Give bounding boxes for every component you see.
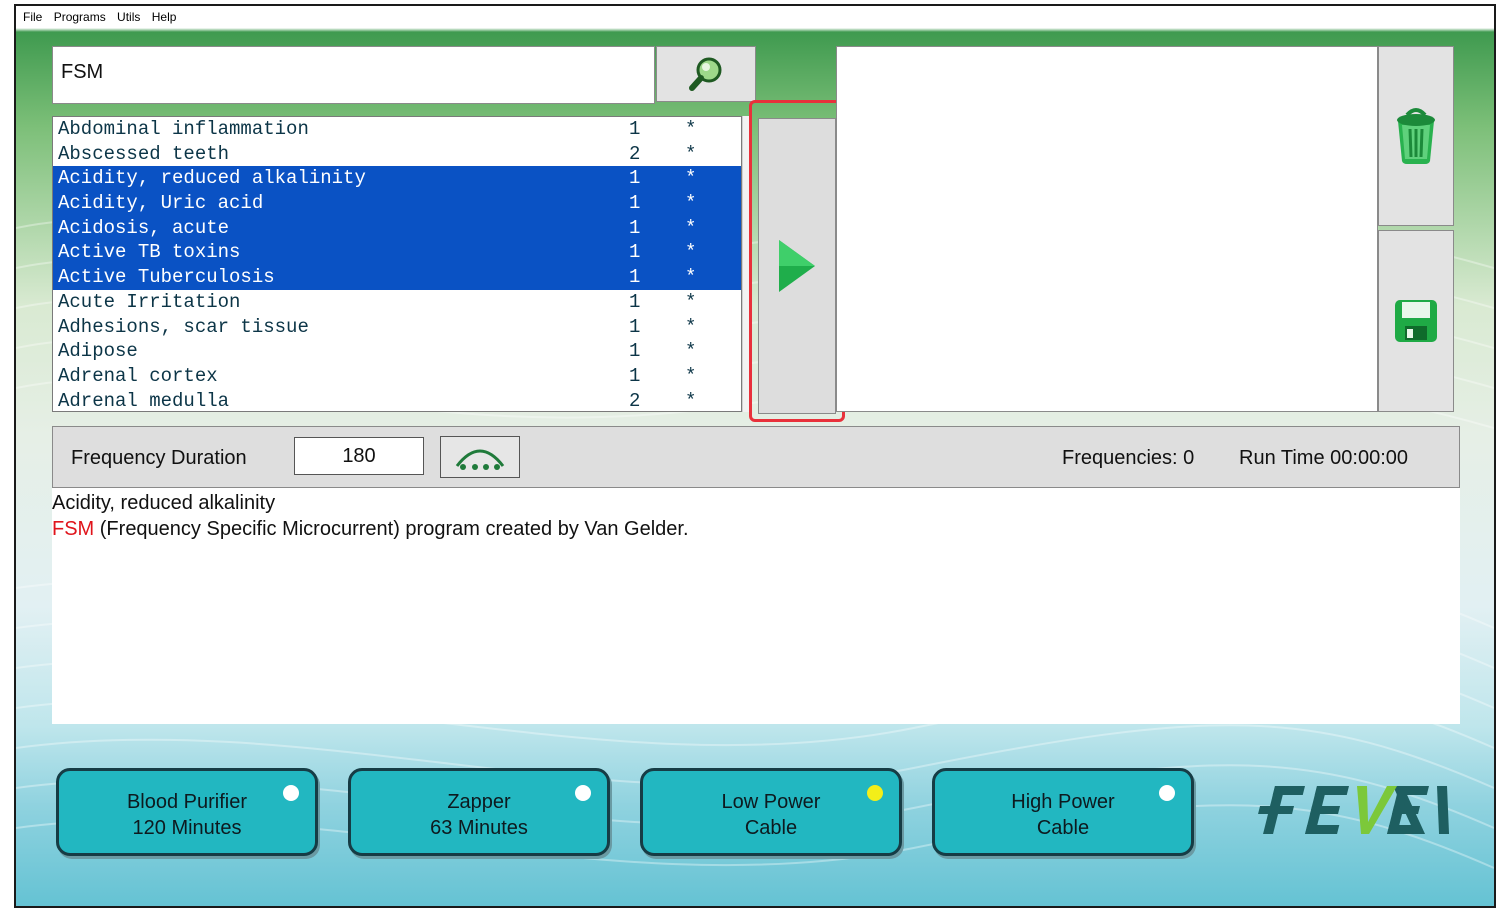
list-item[interactable]: Abscessed teeth 2 * — [53, 142, 741, 167]
program-info-description: FSM (Frequency Specific Microcurrent) pr… — [52, 518, 689, 541]
program-mark: * — [685, 241, 697, 264]
program-info-panel: Acidity, reduced alkalinity FSM (Frequen… — [52, 488, 1460, 724]
save-button[interactable] — [1378, 230, 1454, 412]
program-mark: * — [685, 118, 697, 140]
program-name: Adrenal cortex — [58, 364, 218, 387]
frequency-count: 2 — [629, 389, 641, 412]
annotation-highlight-box — [749, 100, 845, 422]
program-name: Acidosis, acute — [58, 216, 230, 239]
program-name: Adipose — [58, 340, 138, 363]
program-info-text: (Frequency Specific Microcurrent) progra… — [94, 518, 689, 540]
status-indicator — [283, 785, 299, 801]
menu-programs[interactable]: Programs — [54, 10, 106, 24]
program-mark: * — [685, 290, 697, 313]
search-field[interactable]: FSM — [52, 46, 655, 104]
magnifier-icon — [689, 57, 722, 91]
search-button[interactable] — [656, 46, 756, 102]
program-name: Adhesions, scar tissue — [58, 315, 309, 338]
list-item[interactable]: Adhesions, scar tissue 1 * — [53, 315, 741, 340]
delete-button[interactable] — [1378, 46, 1454, 226]
program-name: Acute Irritation — [58, 290, 241, 313]
list-item[interactable]: Acidity, Uric acid 1 * — [53, 191, 741, 216]
program-list[interactable]: Abdominal inflammation 1 * Abscessed teeth 2… — [52, 116, 742, 412]
program-name: Acidity, Uric acid — [58, 192, 264, 215]
status-indicator — [867, 785, 883, 801]
device-sublabel: Cable — [744, 817, 798, 839]
search-input[interactable]: FSM — [61, 61, 103, 84]
wave-dots-icon — [455, 449, 505, 470]
frequency-count: 1 — [629, 340, 641, 363]
device-sublabel: 120 Minutes — [132, 817, 242, 839]
menu-help[interactable]: Help — [152, 10, 177, 24]
device-label: Low Power — [721, 791, 821, 813]
frequency-count: 1 — [629, 315, 641, 338]
status-indicator — [575, 785, 591, 801]
frequency-count: 1 — [629, 216, 641, 239]
program-mark: * — [685, 192, 697, 215]
program-name: Active TB toxins — [58, 241, 241, 264]
program-mark: * — [685, 167, 697, 190]
frequency-count: 1 — [629, 364, 641, 387]
device-low-power-cable-button[interactable]: Low Power Cable — [640, 768, 902, 856]
frequency-duration-label: Frequency Duration — [71, 447, 247, 469]
program-info-prefix: FSM — [52, 518, 95, 540]
device-label: Zapper — [447, 791, 511, 813]
program-mark: * — [685, 340, 697, 363]
floppy-disk-icon — [1395, 300, 1437, 342]
frequency-count: 1 — [629, 192, 641, 215]
menu-utils[interactable]: Utils — [117, 10, 140, 24]
program-mark: * — [685, 216, 697, 239]
device-label: High Power — [1011, 791, 1115, 813]
device-sublabel: Cable — [1036, 817, 1090, 839]
program-name: Adrenal medulla — [58, 389, 230, 412]
program-name: Acidity, reduced alkalinity — [58, 167, 366, 190]
device-zapper-button[interactable]: Zapper 63 Minutes — [348, 768, 610, 856]
program-mark: * — [685, 315, 697, 338]
program-mark: * — [685, 142, 697, 165]
frequency-count: 1 — [629, 241, 641, 264]
duration-mode-button[interactable] — [440, 436, 520, 478]
frequency-bar: Frequency Duration 180 Frequencies: 0 Ru… — [52, 426, 1460, 488]
frequency-count: 1 — [629, 290, 641, 313]
menu-file[interactable]: File — [23, 10, 42, 24]
list-item[interactable]: Adrenal cortex 1 * — [53, 364, 741, 389]
list-item[interactable]: Acidosis, acute 1 * — [53, 215, 741, 241]
program-name: Active Tuberculosis — [58, 266, 275, 289]
program-mark: * — [685, 266, 697, 289]
selected-programs-panel[interactable] — [836, 46, 1378, 412]
device-blood-purifier-button[interactable]: Blood Purifier 120 Minutes — [56, 768, 318, 856]
app-window: File Programs Utils Help FSM Abdominal i… — [14, 4, 1496, 908]
menu-bar: File Programs Utils Help — [16, 6, 1494, 28]
frequency-count: 1 — [629, 118, 641, 140]
device-label: Blood Purifier — [126, 791, 248, 813]
list-item[interactable]: Acute Irritation 1 * — [53, 290, 741, 315]
program-mark: * — [685, 364, 697, 387]
frequency-count: 2 — [629, 142, 641, 165]
list-item[interactable]: Adrenal medulla 2 * — [53, 389, 741, 412]
brand-logo — [1258, 786, 1450, 834]
run-time: Run Time 00:00:00 — [1239, 447, 1408, 469]
device-high-power-cable-button[interactable]: High Power Cable — [932, 768, 1194, 856]
program-mark: * — [685, 389, 697, 412]
list-item[interactable]: Acidity, reduced alkalinity 1 * — [53, 166, 741, 192]
status-indicator — [1159, 785, 1175, 801]
list-item[interactable]: Abdominal inflammation 1 * — [53, 117, 741, 142]
frequency-count: 1 — [629, 167, 641, 190]
program-name: Abscessed teeth — [58, 142, 230, 165]
list-item[interactable]: Active Tuberculosis 1 * — [53, 265, 741, 290]
program-name: Abdominal inflammation — [58, 118, 309, 140]
list-item[interactable]: Adipose 1 * — [53, 339, 741, 364]
list-item[interactable]: Active TB toxins 1 * — [53, 240, 741, 266]
frequencies-count: Frequencies: 0 — [1062, 447, 1195, 469]
device-sublabel: 63 Minutes — [430, 817, 528, 839]
frequency-duration-input[interactable]: 180 — [294, 437, 424, 475]
trash-icon — [1397, 108, 1435, 164]
frequency-count: 1 — [629, 266, 641, 289]
program-info-title: Acidity, reduced alkalinity — [52, 492, 276, 514]
